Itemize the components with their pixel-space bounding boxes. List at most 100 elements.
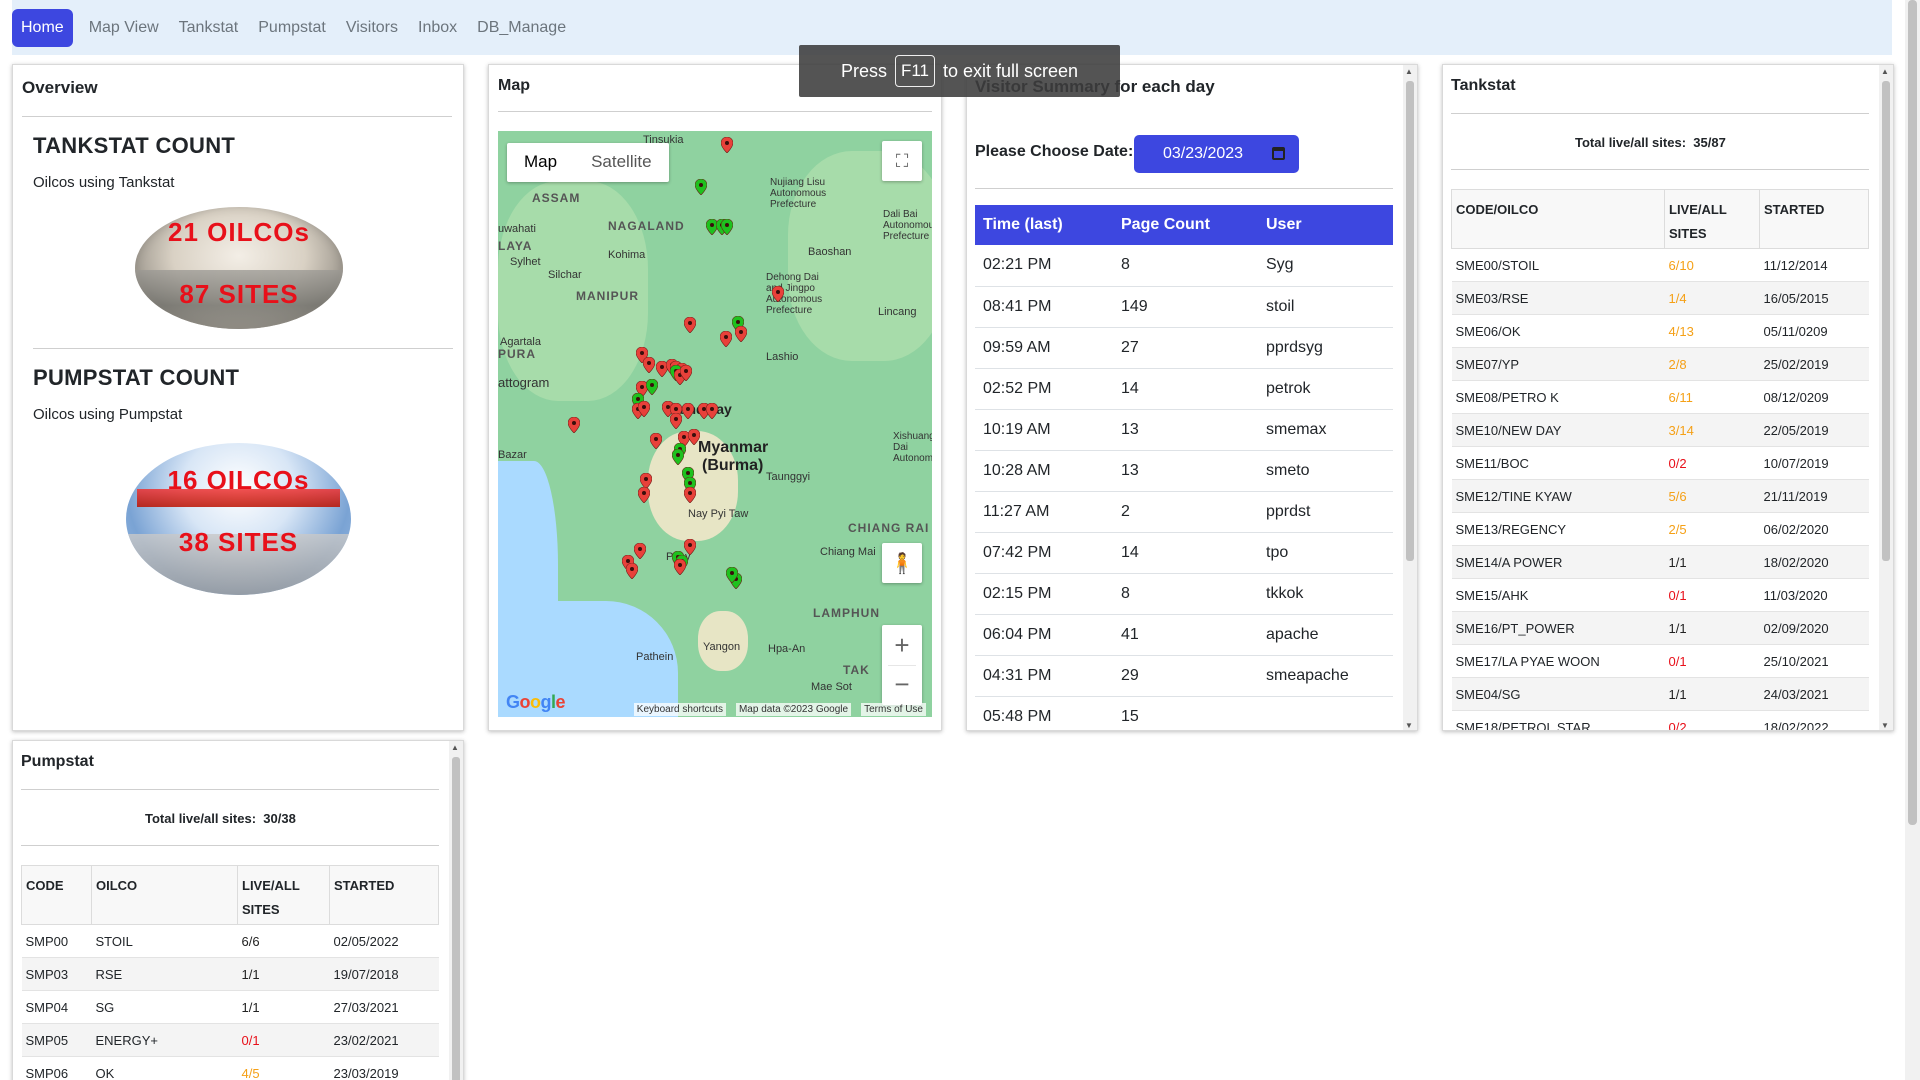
nav-db-manage[interactable]: DB_Manage [467, 11, 576, 45]
map-marker-icon[interactable] [680, 365, 692, 381]
map-card: Map ASSAM NAGALAND MANIPUR LAYA PURA CHI… [488, 64, 942, 731]
map-marker-icon[interactable] [721, 137, 733, 153]
table-row: SME06/OK 4/13 05/11/0209 [1451, 314, 1869, 348]
col-live-all-sites[interactable]: LIVE/ALL SITES [1664, 189, 1760, 249]
visitor-scrollbar[interactable]: ▲ ▼ [1403, 65, 1417, 730]
divider [21, 789, 439, 790]
map-marker-icon[interactable] [650, 433, 662, 449]
started-cell: 11/12/2014 [1759, 248, 1869, 282]
tankstat-site-count: 87 SITES [179, 279, 299, 309]
keyboard-shortcuts-link[interactable]: Keyboard shortcuts [633, 702, 726, 716]
live-sites-cell: 5/6 [1664, 479, 1760, 513]
code-oilco-cell: SME13/REGENCY [1451, 512, 1665, 546]
col-code[interactable]: CODE [21, 865, 92, 925]
map-label-hpa-an: Hpa-An [768, 643, 806, 655]
map-marker-icon[interactable] [634, 543, 646, 559]
col-oilco[interactable]: OILCO [91, 865, 238, 925]
map-marker-icon[interactable] [706, 403, 718, 419]
map-marker-icon[interactable] [684, 487, 696, 503]
col-started[interactable]: STARTED [1759, 189, 1869, 249]
map-title: Map [498, 77, 530, 94]
divider [22, 116, 452, 117]
google-map[interactable]: ASSAM NAGALAND MANIPUR LAYA PURA CHIANG … [498, 131, 932, 717]
map-label-pura: PURA [498, 347, 537, 361]
col-live-all-sites[interactable]: LIVE/ALL SITES [237, 865, 330, 925]
nav-map-view[interactable]: Map View [79, 11, 169, 45]
nav-pumpstat[interactable]: Pumpstat [248, 11, 336, 45]
map-type-map-button[interactable]: Map [507, 143, 574, 182]
scroll-down-icon[interactable]: ▼ [1405, 721, 1413, 730]
calendar-icon[interactable] [1272, 147, 1285, 160]
map-marker-icon[interactable] [684, 539, 696, 555]
user-cell [1258, 696, 1393, 730]
map-marker-icon[interactable] [688, 429, 700, 445]
map-type-satellite-button[interactable]: Satellite [574, 143, 668, 182]
tankstat-scrollbar-thumb[interactable] [1882, 81, 1890, 561]
date-picker-input[interactable]: 03/23/2023 [1134, 135, 1299, 173]
pumpstat-total-value: 30/38 [263, 811, 296, 826]
nav-home[interactable]: Home [12, 8, 73, 47]
code-cell: SMP04 [21, 990, 92, 1024]
map-marker-icon[interactable] [670, 413, 682, 429]
started-cell: 02/09/2020 [1759, 611, 1869, 645]
divider [1451, 169, 1869, 170]
map-marker-icon[interactable] [726, 567, 738, 583]
col-page-count[interactable]: Page Count [1113, 205, 1258, 245]
map-marker-icon[interactable] [638, 487, 650, 503]
overview-card: Overview TANKSTAT COUNT Oilcos using Tan… [12, 64, 464, 731]
live-sites-cell: 1/1 [1664, 611, 1760, 645]
zoom-in-icon[interactable]: + [894, 625, 909, 665]
scroll-up-icon[interactable]: ▲ [1405, 67, 1413, 76]
map-label-sylhet: Sylhet [510, 256, 541, 268]
col-time[interactable]: Time (last) [975, 205, 1113, 245]
divider [498, 111, 932, 112]
divider [33, 348, 453, 349]
street-view-pegman-icon[interactable]: 🧍 [882, 543, 922, 583]
nav-tankstat[interactable]: Tankstat [169, 11, 249, 45]
map-marker-icon[interactable] [674, 559, 686, 575]
scroll-up-icon[interactable]: ▲ [1881, 67, 1889, 76]
map-marker-icon[interactable] [695, 179, 707, 195]
terms-of-use-link[interactable]: Terms of Use [861, 702, 926, 716]
page-scrollbar[interactable] [1905, 0, 1920, 1080]
time-cell: 09:59 AM [975, 327, 1113, 369]
col-started[interactable]: STARTED [329, 865, 439, 925]
map-marker-icon[interactable] [721, 219, 733, 235]
page-scrollbar-thumb[interactable] [1908, 0, 1917, 825]
map-marker-icon[interactable] [772, 286, 784, 302]
nav-visitors[interactable]: Visitors [336, 11, 408, 45]
code-oilco-cell: SME07/YP [1451, 347, 1665, 381]
map-marker-icon[interactable] [638, 401, 650, 417]
map-label-burma: (Burma) [702, 457, 764, 474]
map-marker-icon[interactable] [643, 357, 655, 373]
map-marker-icon[interactable] [568, 417, 580, 433]
pumpstat-oilco-count: 16 OILCOs [167, 465, 310, 495]
map-marker-icon[interactable] [720, 331, 732, 347]
page-count-cell: 2 [1113, 491, 1258, 533]
scroll-up-icon[interactable]: ▲ [451, 743, 459, 752]
map-marker-icon[interactable] [672, 449, 684, 465]
map-label-laya: LAYA [498, 239, 533, 253]
tankstat-scrollbar[interactable]: ▲ ▼ [1879, 65, 1893, 730]
map-marker-icon[interactable] [626, 563, 638, 579]
col-user[interactable]: User [1258, 205, 1393, 245]
pumpstat-scrollbar-thumb[interactable] [452, 757, 460, 1080]
page-count-cell: 13 [1113, 409, 1258, 451]
map-marker-icon[interactable] [646, 379, 658, 395]
notice-key: F11 [894, 55, 935, 87]
visitor-scrollbar-thumb[interactable] [1406, 81, 1414, 561]
page-count-cell: 149 [1113, 286, 1258, 328]
fullscreen-icon[interactable]: ⛶ [882, 141, 922, 181]
map-marker-icon[interactable] [682, 403, 694, 419]
oilco-cell: SG [91, 990, 238, 1024]
user-cell: stoil [1258, 286, 1393, 328]
map-marker-icon[interactable] [735, 326, 747, 342]
nav-inbox[interactable]: Inbox [408, 11, 467, 45]
map-marker-icon[interactable] [684, 317, 696, 333]
scroll-down-icon[interactable]: ▼ [1881, 721, 1889, 730]
user-cell: apache [1258, 614, 1393, 656]
zoom-out-icon[interactable]: − [894, 666, 909, 705]
map-label-xishuang: Xishuang Dai Autonomous [893, 431, 932, 464]
col-code-oilco[interactable]: CODE/OILCO [1451, 189, 1665, 249]
pumpstat-scrollbar[interactable]: ▲ [449, 741, 463, 1080]
